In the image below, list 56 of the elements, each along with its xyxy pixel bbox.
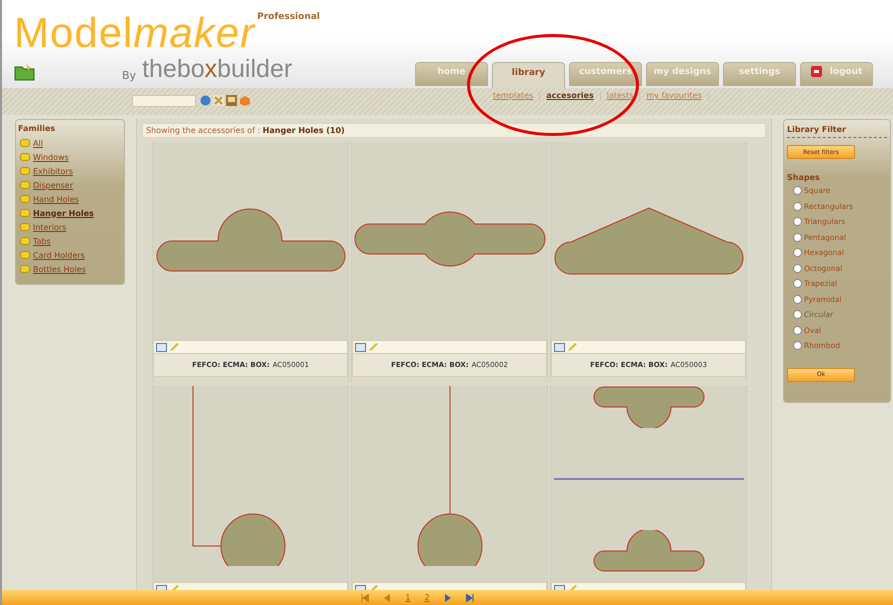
page-link[interactable]: 1 bbox=[405, 593, 410, 602]
section-title: Shapes bbox=[787, 173, 821, 182]
previous-page-icon[interactable] bbox=[383, 594, 392, 602]
nav-tab[interactable]: my designs bbox=[646, 62, 719, 86]
next-page-icon[interactable] bbox=[444, 594, 452, 602]
family-link[interactable]: Bottles Holes bbox=[33, 264, 86, 274]
search-field[interactable] bbox=[132, 94, 196, 106]
family-link[interactable]: All bbox=[33, 138, 43, 148]
bullet-icon bbox=[20, 223, 30, 231]
box-icon[interactable] bbox=[239, 95, 250, 106]
nav-tab[interactable]: library bbox=[492, 62, 565, 88]
bullet-icon bbox=[20, 237, 30, 245]
info-icon[interactable] bbox=[200, 95, 211, 106]
subnav-link[interactable]: accesories bbox=[540, 91, 600, 100]
family-link[interactable]: Windows bbox=[33, 152, 69, 162]
brand-name: theboxbuilder bbox=[142, 56, 292, 82]
family-link[interactable]: Hanger Holes bbox=[33, 208, 94, 218]
edition-label: Professional bbox=[257, 12, 320, 22]
image-icon[interactable] bbox=[226, 95, 237, 106]
family-link[interactable]: Dispenser bbox=[33, 180, 73, 190]
pencil-icon[interactable] bbox=[169, 342, 180, 352]
last-page-icon[interactable] bbox=[466, 594, 474, 602]
pencil-icon[interactable] bbox=[567, 342, 578, 352]
nav-tab[interactable]: settings bbox=[723, 62, 796, 86]
bullet-icon bbox=[20, 251, 30, 259]
nav-tab[interactable]: home bbox=[415, 62, 488, 86]
panel-title: Families bbox=[18, 124, 56, 133]
byline: By bbox=[122, 69, 136, 82]
panel-title: Library Filter bbox=[787, 125, 887, 138]
bullet-icon bbox=[20, 209, 30, 217]
bullet-icon bbox=[20, 265, 30, 273]
pencil-icon[interactable] bbox=[368, 342, 379, 352]
folder-icon bbox=[14, 62, 36, 82]
subnav-link[interactable]: templates bbox=[487, 91, 540, 100]
family-link[interactable]: Interiors bbox=[33, 222, 66, 232]
tools-icon[interactable] bbox=[213, 95, 224, 106]
nav-tab[interactable]: customers bbox=[569, 62, 642, 86]
preview-icon[interactable] bbox=[355, 342, 366, 352]
bullet-icon bbox=[20, 181, 30, 189]
bullet-icon bbox=[20, 153, 30, 161]
logo-title: Modelmaker bbox=[14, 12, 256, 54]
page-link[interactable]: 2 bbox=[424, 593, 430, 602]
family-link[interactable]: Card Holders bbox=[33, 250, 85, 260]
family-link[interactable]: Tabs bbox=[33, 236, 51, 246]
subnav-link[interactable]: latests bbox=[600, 91, 640, 100]
subnav-link[interactable]: my favourites bbox=[640, 91, 708, 100]
bullet-icon bbox=[20, 195, 30, 203]
family-link[interactable]: Exhibitors bbox=[33, 166, 73, 176]
family-link[interactable]: Hand Holes bbox=[33, 194, 79, 204]
first-page-icon[interactable] bbox=[361, 594, 370, 602]
preview-icon[interactable] bbox=[156, 342, 167, 352]
preview-icon[interactable] bbox=[554, 342, 565, 352]
bullet-icon bbox=[20, 167, 30, 175]
nav-tab[interactable]: logout bbox=[800, 62, 873, 86]
bullet-icon bbox=[20, 139, 30, 147]
results-heading: Showing the accessories of : Hanger Holes (10) bbox=[142, 123, 766, 138]
